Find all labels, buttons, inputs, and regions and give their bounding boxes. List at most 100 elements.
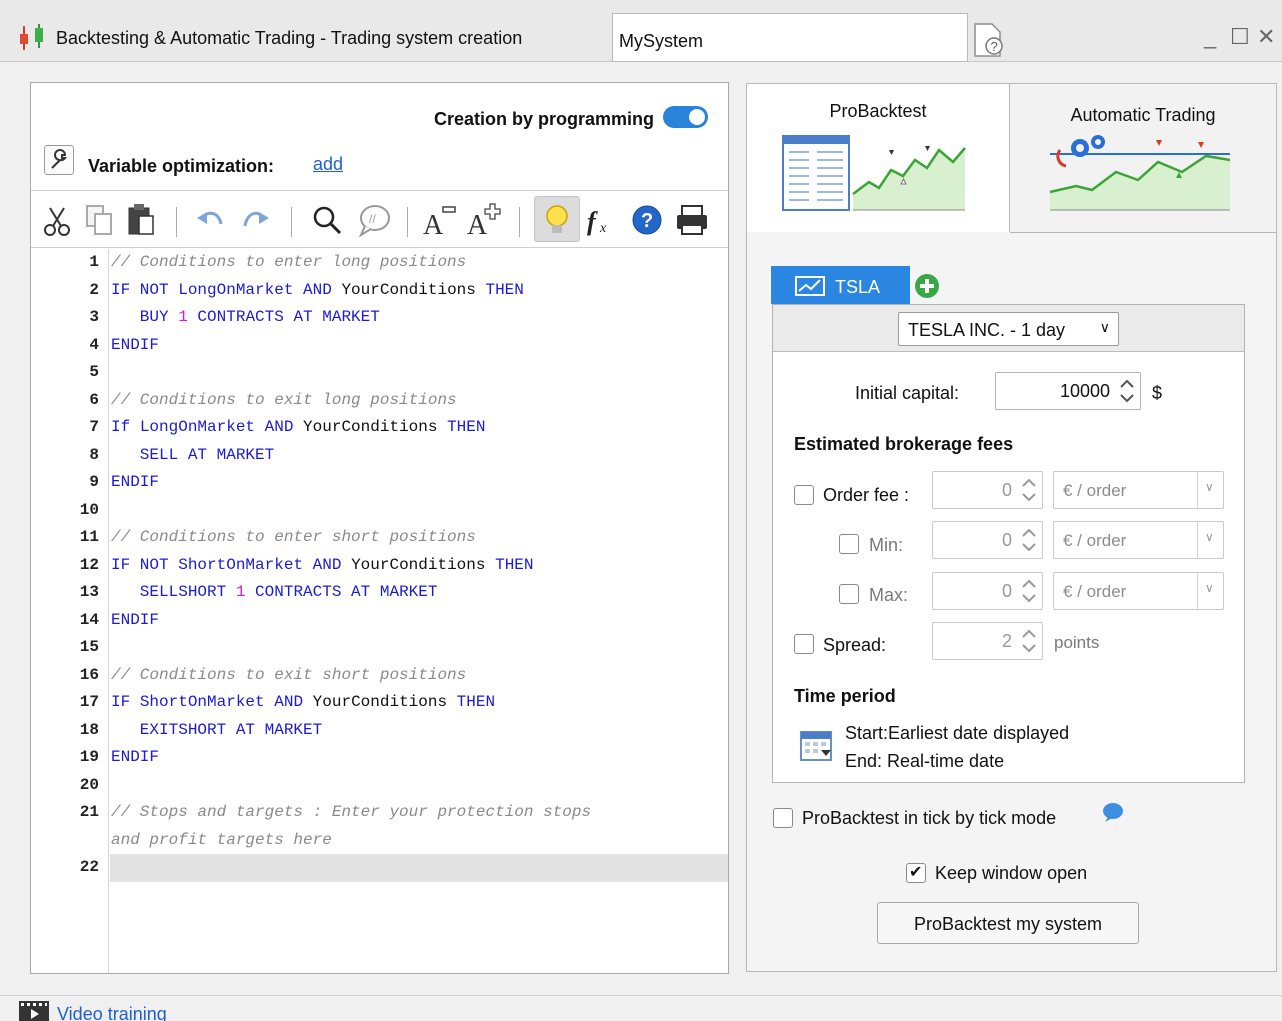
line-number: 22 — [79, 858, 99, 876]
spinner-icon[interactable] — [1020, 627, 1038, 655]
order-fee-input[interactable]: 0 — [932, 471, 1043, 509]
undo-icon[interactable] — [193, 200, 229, 240]
spinner-icon[interactable] — [1020, 526, 1038, 554]
function-icon[interactable]: f x — [584, 200, 620, 240]
line-number: 6 — [89, 390, 99, 409]
spread-checkbox[interactable] — [794, 634, 814, 654]
variable-optimization-button[interactable] — [44, 145, 74, 175]
increase-font-icon[interactable]: A — [465, 200, 501, 240]
spinner-icon[interactable] — [1020, 577, 1038, 605]
code-line[interactable]: 10 — [31, 497, 728, 524]
keep-window-open-checkbox[interactable] — [906, 862, 926, 883]
code-token: // Conditions to enter short positions — [111, 528, 476, 546]
code-line[interactable]: 16 // Conditions to exit short positions — [31, 662, 728, 689]
initial-capital-input[interactable]: 10000 — [995, 372, 1141, 410]
calendar-icon[interactable] — [799, 728, 835, 764]
search-icon[interactable] — [309, 200, 345, 240]
code-line[interactable]: 9 ENDIF — [31, 469, 728, 496]
document-help-icon[interactable]: ? — [972, 22, 1006, 58]
close-button[interactable]: ✕ — [1257, 24, 1275, 50]
line-number: 17 — [79, 693, 99, 711]
help-icon[interactable]: ? — [629, 200, 665, 240]
min-fee-value: 0 — [1001, 530, 1012, 550]
redo-icon[interactable] — [237, 200, 273, 240]
code-line[interactable]: 3 BUY 1 CONTRACTS AT MARKET — [31, 304, 728, 331]
minimize-button[interactable]: _ — [1204, 24, 1216, 50]
add-variable-link[interactable]: add — [313, 154, 343, 175]
order-fee-unit-select[interactable]: € / order ∨ — [1053, 471, 1224, 509]
info-bubble-icon[interactable] — [1101, 802, 1125, 822]
backtest-chart-icon — [782, 135, 966, 211]
code-line[interactable]: 13 SELLSHORT 1 CONTRACTS AT MARKET — [31, 579, 728, 606]
decrease-font-icon[interactable]: A — [421, 200, 457, 240]
max-fee-unit-select[interactable]: € / order ∨ — [1053, 572, 1224, 610]
code-text: ENDIF — [111, 611, 159, 629]
code-line[interactable]: 17 IF ShortOnMarket AND YourConditions TH… — [31, 689, 728, 716]
instrument-select-value: TESLA INC. - 1 day — [908, 320, 1066, 340]
initial-capital-label: Initial capital: — [855, 383, 960, 403]
code-line[interactable]: 2 IF NOT LongOnMarket AND YourConditions … — [31, 277, 728, 304]
spread-input[interactable]: 2 — [932, 622, 1043, 660]
status-bar — [0, 995, 1282, 1021]
code-token: THEN — [447, 693, 496, 711]
code-line[interactable]: 7 If LongOnMarket AND YourConditions THEN — [31, 414, 728, 441]
system-name-input[interactable]: MySystem — [612, 13, 968, 62]
tab-probacktest[interactable]: ProBacktest — [746, 83, 1010, 241]
code-line[interactable]: 1 // Conditions to enter long positions — [31, 249, 728, 276]
code-line[interactable]: 21 // Stops and targets : Enter your prot… — [31, 799, 728, 826]
code-line[interactable]: 8 SELL AT MARKET — [31, 442, 728, 469]
min-fee-checkbox[interactable] — [839, 534, 859, 554]
currency-label: $ — [1152, 383, 1163, 403]
code-line[interactable]: 12 IF NOT ShortOnMarket AND YourCondition… — [31, 552, 728, 579]
code-area[interactable]: 1// Conditions to enter long positions 2 I… — [31, 249, 728, 973]
min-fee-unit-select[interactable]: € / order ∨ — [1053, 521, 1224, 559]
code-text: EXITSHORT AT MARKET — [111, 721, 322, 739]
svg-text://: // — [369, 212, 376, 226]
code-line[interactable]: 6 // Conditions to exit long positions — [31, 387, 728, 414]
cut-icon[interactable] — [39, 200, 75, 240]
code-token: 1 — [178, 308, 188, 326]
max-fee-checkbox[interactable] — [839, 584, 859, 604]
code-line[interactable]: 11 // Conditions to enter short positions — [31, 524, 728, 551]
add-instrument-icon[interactable] — [912, 271, 942, 301]
order-fee-checkbox[interactable] — [794, 485, 814, 505]
code-text: // Stops and targets : Enter your protec… — [111, 803, 591, 821]
paste-icon[interactable] — [123, 200, 159, 240]
code-token: // Conditions to enter long positions — [111, 253, 467, 271]
app-candlestick-icon — [20, 24, 43, 50]
min-fee-input[interactable]: 0 — [932, 521, 1043, 559]
instrument-select[interactable]: TESLA INC. - 1 day ∨ — [898, 312, 1119, 346]
comment-icon[interactable]: // — [356, 200, 392, 240]
tick-mode-checkbox[interactable] — [773, 808, 793, 828]
instrument-tab-tsla[interactable]: TSLA — [771, 266, 910, 304]
tick-mode-label: ProBacktest in tick by tick mode — [802, 808, 1057, 828]
maximize-button[interactable]: ☐ — [1230, 24, 1250, 50]
tab-automatic-trading[interactable]: Automatic Trading — [1009, 83, 1277, 233]
code-line[interactable]: 4 ENDIF — [31, 332, 728, 359]
code-line[interactable]: and profit targets here — [31, 827, 728, 854]
code-line[interactable]: 5 — [31, 359, 728, 386]
code-line[interactable]: 22 — [31, 854, 728, 881]
probacktest-my-system-button[interactable]: ProBacktest my system — [877, 902, 1139, 944]
code-line[interactable]: 14 ENDIF — [31, 607, 728, 634]
video-training-link[interactable]: Video training — [57, 1004, 167, 1021]
code-token: YourConditions — [351, 555, 486, 574]
code-text: ENDIF — [111, 336, 159, 354]
code-text: // Conditions to exit short positions — [111, 666, 466, 684]
max-fee-input[interactable]: 0 — [932, 572, 1043, 610]
code-text: // Conditions to exit long positions — [111, 391, 457, 409]
spinner-icon[interactable] — [1118, 377, 1136, 405]
code-line[interactable]: 15 — [31, 634, 728, 661]
order-fee-label: Order fee : — [823, 485, 910, 505]
print-icon[interactable] — [674, 200, 710, 240]
spinner-icon[interactable] — [1020, 476, 1038, 504]
code-token: and profit targets here — [111, 830, 332, 849]
code-line[interactable]: 19 ENDIF — [31, 744, 728, 771]
code-token: If — [111, 418, 140, 436]
code-line[interactable]: 18 EXITSHORT AT MARKET — [31, 717, 728, 744]
code-token: AND — [303, 555, 352, 574]
code-line[interactable]: 20 — [31, 772, 728, 799]
copy-icon[interactable] — [81, 200, 117, 240]
creation-mode-label: Creation by programming — [433, 109, 654, 129]
creation-mode-toggle[interactable] — [663, 106, 708, 128]
